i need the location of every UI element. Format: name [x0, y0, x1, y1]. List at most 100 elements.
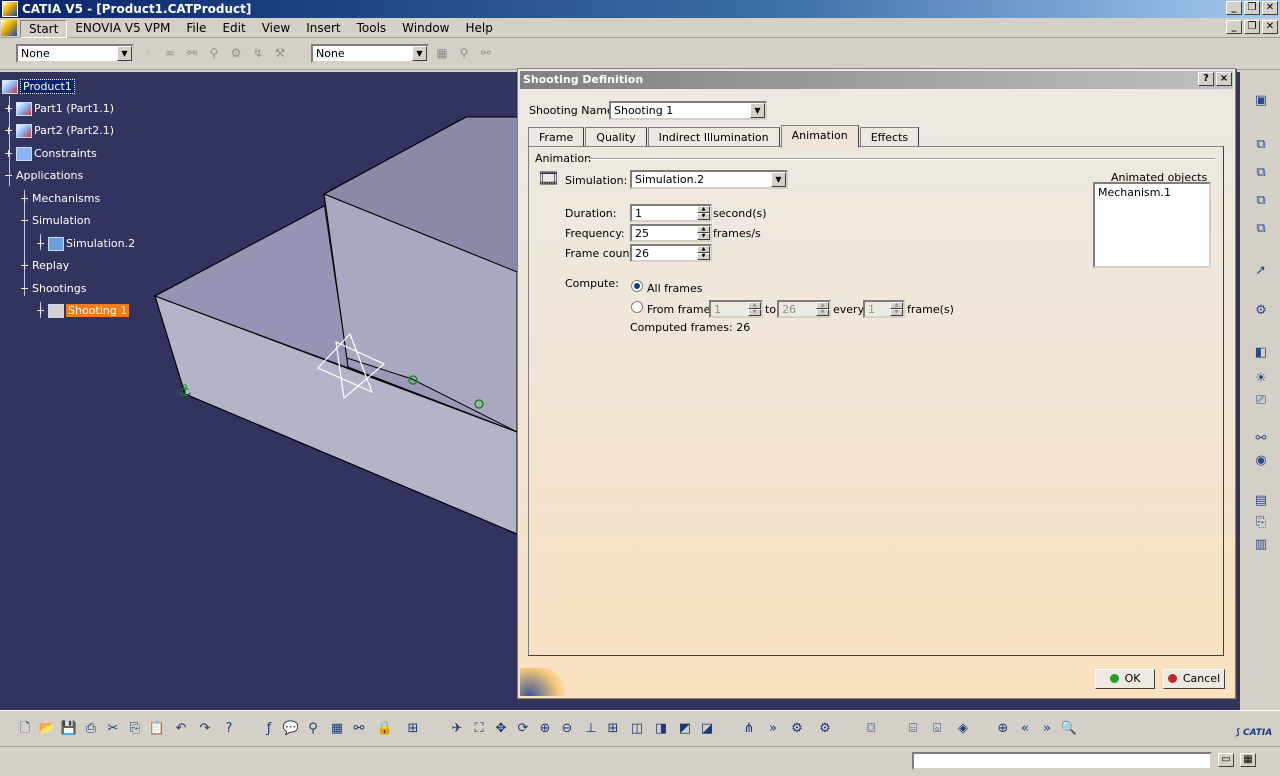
- close-button[interactable]: ✕: [1262, 1, 1278, 15]
- measure-icon[interactable]: ◈: [954, 720, 972, 738]
- spin-down-icon[interactable]: ▼: [748, 309, 761, 316]
- from-frame-spinner[interactable]: 1 ▲ ▼: [709, 300, 763, 318]
- capture-icon[interactable]: ⌼: [862, 720, 880, 738]
- simulate-icon[interactable]: ⚯: [1252, 430, 1270, 448]
- all-frames-label[interactable]: All frames: [647, 282, 702, 295]
- shooting-icon[interactable]: ⎘: [1252, 514, 1270, 532]
- workbench-icon[interactable]: ▣: [1252, 92, 1270, 110]
- list-item[interactable]: Mechanism.1: [1098, 186, 1206, 199]
- image-icon[interactable]: ▥: [1252, 536, 1270, 554]
- table-icon[interactable]: ▦: [328, 720, 346, 738]
- status-restore-icon[interactable]: ▭: [1218, 753, 1234, 767]
- tab-effects[interactable]: Effects: [859, 127, 920, 147]
- tab-quality[interactable]: Quality: [585, 127, 647, 147]
- zoom-in-icon[interactable]: ⊕: [536, 720, 554, 738]
- chevron-down-icon[interactable]: ▼: [412, 46, 427, 61]
- next-icon[interactable]: »: [764, 720, 782, 738]
- spin-down-icon[interactable]: ▼: [890, 309, 903, 316]
- tree-node-simulation[interactable]: − Simulation: [20, 212, 91, 230]
- tools-icon[interactable]: ⚒: [272, 45, 288, 61]
- whats-this-icon[interactable]: ?: [220, 720, 238, 738]
- dialog-help-button[interactable]: ?: [1198, 72, 1214, 86]
- spin-up-icon[interactable]: ▲: [748, 302, 761, 309]
- assembly-2-icon[interactable]: ⧉: [1252, 164, 1270, 182]
- restore-button[interactable]: ❐: [1244, 1, 1260, 15]
- tree-node-constraints[interactable]: + Constraints: [4, 145, 97, 163]
- tree-node-applications[interactable]: − Applications: [4, 167, 83, 185]
- document-icon[interactable]: [1, 20, 17, 36]
- menu-start[interactable]: Start: [20, 20, 68, 38]
- spin-up-icon[interactable]: ▲: [697, 226, 710, 233]
- assembly-icon[interactable]: ⧉: [1252, 136, 1270, 154]
- lock-icon[interactable]: 🔒: [376, 720, 394, 738]
- menu-help[interactable]: Help: [458, 20, 501, 38]
- formula-icon[interactable]: ƒ: [260, 720, 278, 738]
- snap-icon[interactable]: ⋔: [740, 720, 758, 738]
- spin-down-icon[interactable]: ▼: [816, 309, 829, 316]
- minimize-button[interactable]: _: [1226, 1, 1242, 15]
- doc-restore-button[interactable]: ❐: [1244, 20, 1260, 34]
- chevron-down-icon[interactable]: ▼: [750, 103, 765, 118]
- from-frame-label[interactable]: From frame: [647, 303, 710, 316]
- tab-indirect-illumination[interactable]: Indirect Illumination: [647, 127, 780, 147]
- analysis-icon[interactable]: ⌺: [928, 720, 946, 738]
- component-icon[interactable]: ⊞: [404, 720, 422, 738]
- comment-icon[interactable]: 💬: [282, 720, 300, 738]
- transform-icon[interactable]: ↯: [250, 45, 266, 61]
- spin-up-icon[interactable]: ▲: [816, 302, 829, 309]
- chevron-down-icon[interactable]: ▼: [771, 172, 786, 187]
- simulation-combo[interactable]: Simulation.2 ▼: [630, 170, 788, 189]
- frame-count-spinner[interactable]: 26 ▲ ▼: [630, 244, 712, 262]
- command-input[interactable]: [912, 752, 1212, 770]
- cube-icon[interactable]: ◧: [1252, 344, 1270, 362]
- point-style-icon[interactable]: ◦: [140, 45, 156, 61]
- fit-all-icon[interactable]: ⛶: [470, 720, 488, 738]
- spin-up-icon[interactable]: ▲: [697, 246, 710, 253]
- multi-view-icon[interactable]: ⊞: [604, 720, 622, 738]
- spin-down-icon[interactable]: ▼: [697, 213, 710, 220]
- pan-icon[interactable]: ✥: [492, 720, 510, 738]
- dialog-close-button[interactable]: ×: [1216, 72, 1232, 86]
- search-icon[interactable]: 🔍: [1060, 720, 1078, 738]
- select-arrow-icon[interactable]: ➚: [1252, 262, 1270, 280]
- menu-file[interactable]: File: [178, 20, 214, 38]
- print-icon[interactable]: ⎙: [82, 720, 100, 738]
- tree-node-replay[interactable]: + Replay: [20, 257, 69, 275]
- render-icon[interactable]: ▤: [1252, 492, 1270, 510]
- menu-edit[interactable]: Edit: [214, 20, 253, 38]
- link-icon[interactable]: ⚯: [184, 45, 200, 61]
- assembly-4-icon[interactable]: ⧉: [1252, 220, 1270, 238]
- knowledge-icon[interactable]: ⚲: [304, 720, 322, 738]
- graph-icon[interactable]: ⚯: [350, 720, 368, 738]
- tree-node-part1[interactable]: + Part1 (Part1.1): [4, 100, 114, 118]
- undo-icon[interactable]: ↶: [172, 720, 190, 738]
- status-tile-icon[interactable]: ▦: [1240, 753, 1256, 767]
- tree-node-shooting1[interactable]: + Shooting 1: [36, 302, 130, 320]
- cut-icon[interactable]: ✂: [104, 720, 122, 738]
- save-icon[interactable]: 💾: [60, 720, 78, 738]
- light-icon[interactable]: ☀: [1252, 370, 1270, 388]
- frequency-spinner[interactable]: 25 ▲ ▼: [630, 224, 712, 242]
- zoom-out-icon[interactable]: ⊖: [558, 720, 576, 738]
- tree-node-shootings[interactable]: − Shootings: [20, 280, 86, 298]
- to-frame-spinner[interactable]: 26 ▲ ▼: [777, 300, 831, 318]
- iso-view-icon[interactable]: ◫: [628, 720, 646, 738]
- spin-up-icon[interactable]: ▲: [890, 302, 903, 309]
- tab-frame[interactable]: Frame: [528, 127, 585, 147]
- camera-icon[interactable]: ⎚: [1252, 392, 1270, 410]
- compass-icon[interactable]: ⊕: [994, 720, 1012, 738]
- filter-settings-icon[interactable]: ⚯: [478, 45, 494, 61]
- line-style-icon[interactable]: ≈: [162, 45, 178, 61]
- joint-icon[interactable]: ⚲: [206, 45, 222, 61]
- new-icon[interactable]: 🗋: [16, 720, 34, 738]
- copy-icon[interactable]: ⎘: [126, 720, 144, 738]
- mechanism-icon[interactable]: ⚙: [1252, 302, 1270, 320]
- doc-minimize-button[interactable]: _: [1226, 20, 1242, 34]
- graphic-properties-combo[interactable]: None ▼: [16, 44, 134, 63]
- rotate-icon[interactable]: ⟳: [514, 720, 532, 738]
- manipulate-icon[interactable]: ⚙: [788, 720, 806, 738]
- tree-node-simulation2[interactable]: + Simulation.2: [36, 235, 135, 253]
- catalog-icon[interactable]: ⌸: [904, 720, 922, 738]
- tree-node-part2[interactable]: + Part2 (Part2.1): [4, 122, 114, 140]
- menu-insert[interactable]: Insert: [298, 20, 348, 38]
